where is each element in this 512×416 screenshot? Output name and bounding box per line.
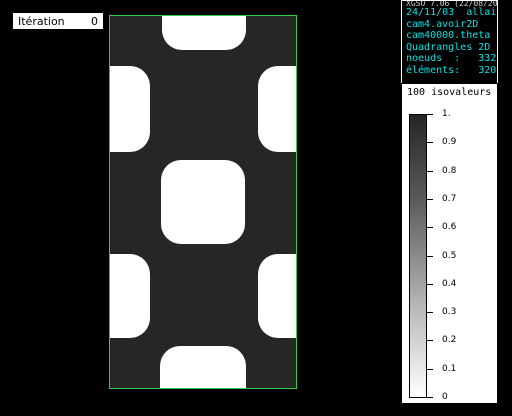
legend-tick-label: 0.6 [442,222,457,232]
legend-tick-mark [427,340,433,341]
legend-tick-mark [427,227,433,228]
iteration-counter: Itération 0 [12,12,104,30]
plot-blob-upper-left [110,66,150,152]
plot-blob-bottom-center [160,346,246,388]
plot-blob-lower-left [110,254,150,338]
info-date-line: 24/11/03 allaire [406,7,497,18]
legend-tick-mark [427,369,433,370]
legend-tick-mark [427,397,433,398]
legend-tick-label: 1. [442,109,451,119]
legend-title: 100 isovaleurs [407,87,492,98]
info-field-line: cam40000.theta [406,30,491,41]
legend-tick-mark [427,142,433,143]
plot-blob-center [161,160,245,244]
legend-tick-mark [427,312,433,313]
legend-tick-label: 0.2 [442,335,457,345]
legend-tick-label: 0.8 [442,166,457,176]
info-version-line: XGSO 7.06 (22/08/20 [406,0,498,8]
legend-tick-label: 0.9 [442,137,457,147]
legend-tick-label: 0.7 [442,194,457,204]
iteration-label: Itération [18,15,65,28]
legend-tick-mark [427,256,433,257]
legend-tick-label: 0.3 [442,307,457,317]
info-file-line: cam4.avoir2D [406,18,479,30]
legend-tick-label: 0.4 [442,279,457,289]
isovalue-plot [109,15,297,389]
info-mesh-type-line: Quadrangles 2D ( [406,41,498,53]
iteration-value: 0 [91,15,98,28]
info-nodes-line: noeuds : 3321 [406,53,498,64]
info-elements-line: éléments: 3200 [406,64,498,76]
legend-color-bar [409,114,427,398]
plot-blob-upper-right [258,66,296,152]
legend-tick-mark [427,171,433,172]
legend-panel: 100 isovaleurs 1. 0.9 0.8 0.7 0.6 0.5 0.4 0.3 0.… [401,83,498,404]
info-panel: XGSO 7.06 (22/08/20 24/11/03 allaire cam… [401,0,498,84]
legend-tick-label: 0.1 [442,364,457,374]
legend-tick-mark [427,114,433,115]
legend-tick-mark [427,284,433,285]
plot-blob-lower-right [258,254,296,338]
plot-blob-top-center [162,16,246,50]
legend-tick-mark [427,199,433,200]
legend-tick-label: 0 [442,392,448,402]
legend-tick-label: 0.5 [442,251,457,261]
